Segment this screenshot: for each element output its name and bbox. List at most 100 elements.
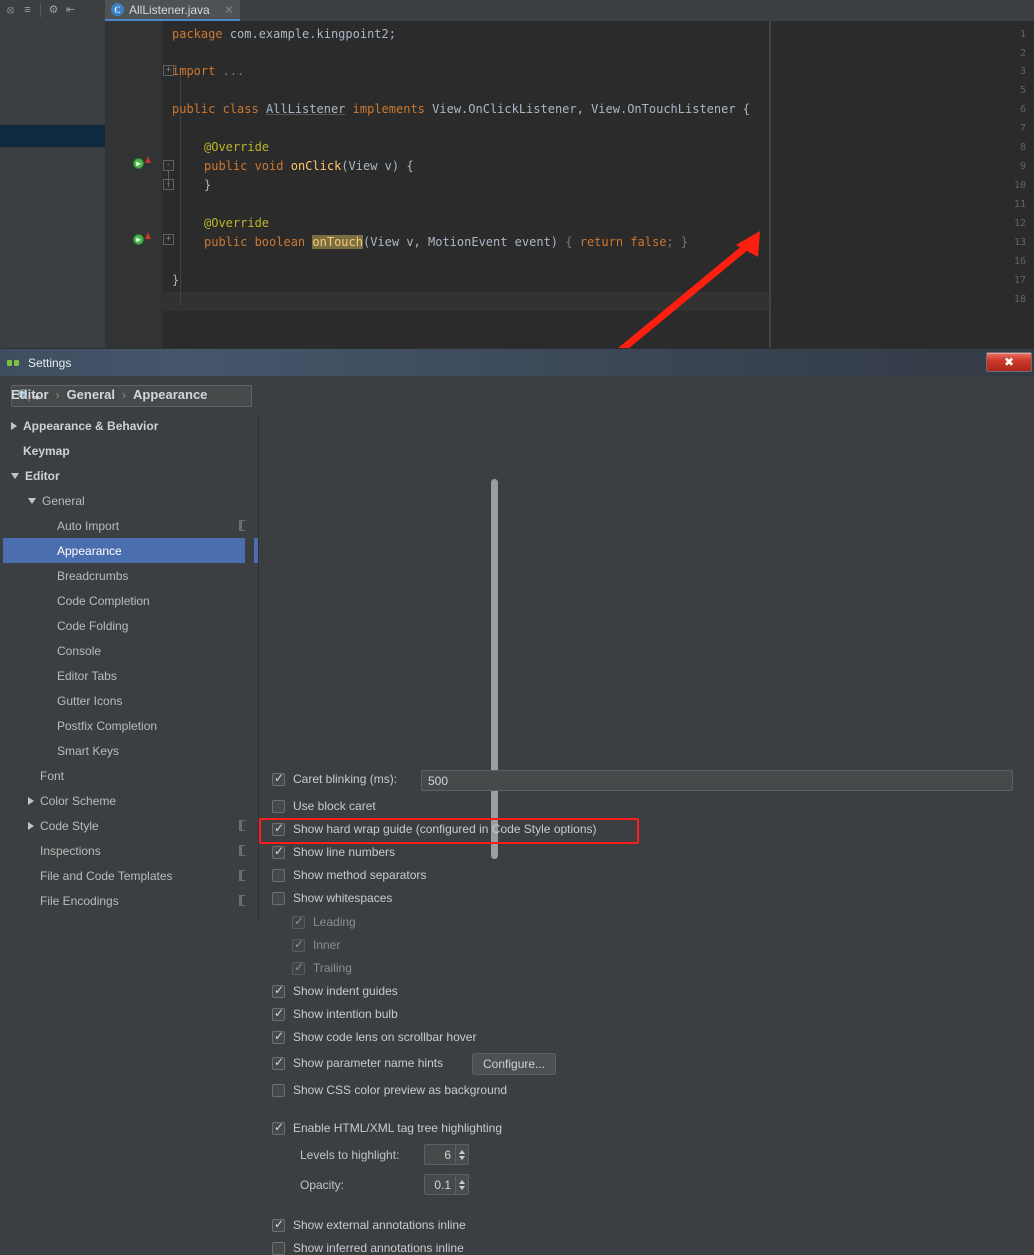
sidebar-item-editor-tabs[interactable]: Editor Tabs bbox=[3, 663, 258, 688]
row-whitespace-inner[interactable]: Inner bbox=[292, 938, 340, 952]
row-show-parameter-hints[interactable]: Show parameter name hints bbox=[272, 1056, 443, 1070]
code-line[interactable]: @Override bbox=[204, 138, 269, 157]
row-show-intention-bulb[interactable]: Show intention bulb bbox=[272, 1007, 398, 1021]
dialog-title-bar[interactable]: Settings ✖ bbox=[0, 349, 1034, 376]
sidebar-item-general[interactable]: General bbox=[3, 488, 258, 513]
code-fold-toggle[interactable]: + bbox=[163, 65, 174, 76]
spinner-up-icon[interactable] bbox=[459, 1180, 465, 1184]
code-fold-toggle[interactable]: + bbox=[163, 234, 174, 245]
spinner-opacity[interactable]: 0.1 bbox=[424, 1174, 469, 1195]
code-line[interactable]: package com.example.kingpoint2; bbox=[172, 25, 396, 44]
sidebar-item-color-scheme[interactable]: Color Scheme bbox=[3, 788, 258, 813]
editor-gutter[interactable] bbox=[105, 21, 162, 348]
chevron-down-icon[interactable] bbox=[28, 498, 36, 504]
checkbox-whitespace-inner[interactable] bbox=[292, 939, 305, 952]
row-enable-tag-tree-highlighting[interactable]: Enable HTML/XML tag tree highlighting bbox=[272, 1121, 502, 1135]
gutter-run-icon[interactable]: ▸ bbox=[133, 234, 149, 250]
checkbox-show-method-separators[interactable] bbox=[272, 869, 285, 882]
close-icon[interactable]: ✕ bbox=[224, 3, 234, 17]
code-editor[interactable]: 1235678910111213161718 package com.examp… bbox=[105, 21, 1034, 348]
spinner-down-icon[interactable] bbox=[459, 1156, 465, 1160]
sidebar-item-font[interactable]: Font bbox=[3, 763, 258, 788]
sidebar-item-code-folding[interactable]: Code Folding bbox=[3, 613, 258, 638]
checkbox-caret-blinking[interactable] bbox=[272, 773, 285, 786]
chevron-right-icon[interactable] bbox=[28, 797, 34, 805]
code-line[interactable]: import ... bbox=[172, 62, 244, 81]
spinner-levels-value[interactable]: 6 bbox=[425, 1145, 455, 1164]
row-show-method-separators[interactable]: Show method separators bbox=[272, 868, 426, 882]
row-show-inferred-annotations[interactable]: Show inferred annotations inline bbox=[272, 1241, 464, 1255]
row-show-whitespaces[interactable]: Show whitespaces bbox=[272, 891, 392, 905]
checkbox-whitespace-trailing[interactable] bbox=[292, 962, 305, 975]
chevron-right-icon[interactable] bbox=[11, 422, 17, 430]
sidebar-item-appearance[interactable]: Appearance bbox=[3, 538, 258, 563]
gutter-run-icon[interactable]: ▸ bbox=[133, 158, 149, 174]
row-show-css-color-preview[interactable]: Show CSS color preview as background bbox=[272, 1083, 507, 1097]
tree-scrollbar-track[interactable] bbox=[245, 413, 254, 921]
checkbox-use-block-caret[interactable] bbox=[272, 800, 285, 813]
sidebar-item-gutter-icons[interactable]: Gutter Icons bbox=[3, 688, 258, 713]
checkbox-show-whitespaces[interactable] bbox=[272, 892, 285, 905]
checkbox-whitespace-leading[interactable] bbox=[292, 916, 305, 929]
row-show-hard-wrap-guide[interactable]: Show hard wrap guide (configured in Code… bbox=[272, 822, 597, 836]
settings-gear-icon[interactable]: ⚙ bbox=[46, 3, 61, 18]
code-line[interactable]: public void onClick(View v) { bbox=[204, 157, 414, 176]
spinner-levels-to-highlight[interactable]: 6 bbox=[424, 1144, 469, 1165]
row-whitespace-trailing[interactable]: Trailing bbox=[292, 961, 352, 975]
editor-tab-alllistener[interactable]: C AllListener.java ✕ bbox=[105, 0, 240, 21]
checkbox-show-intention-bulb[interactable] bbox=[272, 1008, 285, 1021]
sidebar-item-inspections[interactable]: Inspections bbox=[3, 838, 258, 863]
checkbox-enable-tag-tree-highlighting[interactable] bbox=[272, 1122, 285, 1135]
chevron-down-icon[interactable] bbox=[11, 473, 19, 479]
checkbox-show-line-numbers[interactable] bbox=[272, 846, 285, 859]
sidebar-item-smart-keys[interactable]: Smart Keys bbox=[3, 738, 258, 763]
row-whitespace-leading[interactable]: Leading bbox=[292, 915, 356, 929]
input-caret-blinking-ms[interactable]: 500 bbox=[421, 770, 1013, 791]
tree-scrollbar-thumb[interactable] bbox=[491, 479, 498, 859]
settings-tree[interactable]: Appearance & BehaviorKeymapEditorGeneral… bbox=[3, 413, 258, 921]
project-selected-row[interactable] bbox=[0, 125, 105, 147]
spinner-up-icon[interactable] bbox=[459, 1150, 465, 1154]
jump-to-source-icon[interactable]: ⇤ bbox=[63, 3, 78, 18]
code-line[interactable]: @Override bbox=[204, 214, 269, 233]
sidebar-item-file-encodings[interactable]: File Encodings bbox=[3, 888, 258, 913]
checkbox-show-hard-wrap-guide[interactable] bbox=[272, 823, 285, 836]
sidebar-item-code-style[interactable]: Code Style bbox=[3, 813, 258, 838]
breadcrumb-item-editor[interactable]: Editor bbox=[11, 387, 49, 402]
spinner-opacity-value[interactable]: 0.1 bbox=[425, 1175, 455, 1194]
row-show-external-annotations[interactable]: Show external annotations inline bbox=[272, 1218, 466, 1232]
sidebar-item-breadcrumbs[interactable]: Breadcrumbs bbox=[3, 563, 258, 588]
chevron-right-icon[interactable] bbox=[28, 822, 34, 830]
row-show-code-lens[interactable]: Show code lens on scrollbar hover bbox=[272, 1030, 476, 1044]
sidebar-item-code-completion[interactable]: Code Completion bbox=[3, 588, 258, 613]
row-use-block-caret[interactable]: Use block caret bbox=[272, 799, 376, 813]
checkbox-show-css-color-preview[interactable] bbox=[272, 1084, 285, 1097]
spinner-down-icon[interactable] bbox=[459, 1186, 465, 1190]
sidebar-item-editor[interactable]: Editor bbox=[3, 463, 258, 488]
code-line[interactable]: } bbox=[172, 271, 179, 290]
checkbox-show-inferred-annotations[interactable] bbox=[272, 1242, 285, 1255]
sidebar-item-console[interactable]: Console bbox=[3, 638, 258, 663]
row-show-line-numbers[interactable]: Show line numbers bbox=[272, 845, 395, 859]
code-line[interactable]: public class AllListener implements View… bbox=[172, 100, 750, 119]
code-line[interactable]: } bbox=[204, 176, 211, 195]
spinner-levels-buttons[interactable] bbox=[455, 1145, 468, 1164]
target-icon[interactable]: ⦻ bbox=[3, 3, 18, 18]
spinner-opacity-buttons[interactable] bbox=[455, 1175, 468, 1194]
sidebar-item-postfix-completion[interactable]: Postfix Completion bbox=[3, 713, 258, 738]
sidebar-item-file-and-code-templates[interactable]: File and Code Templates bbox=[3, 863, 258, 888]
collapse-all-icon[interactable]: ≡ bbox=[20, 3, 35, 18]
checkbox-show-external-annotations[interactable] bbox=[272, 1219, 285, 1232]
code-text-area[interactable]: package com.example.kingpoint2; import ..… bbox=[162, 21, 1034, 348]
row-show-indent-guides[interactable]: Show indent guides bbox=[272, 984, 398, 998]
code-fold-toggle[interactable]: - bbox=[163, 160, 174, 171]
sidebar-item-appearance-behavior[interactable]: Appearance & Behavior bbox=[3, 413, 258, 438]
checkbox-show-parameter-hints[interactable] bbox=[272, 1057, 285, 1070]
configure-parameter-hints-button[interactable]: Configure... bbox=[472, 1053, 556, 1075]
project-tool-window[interactable] bbox=[0, 21, 105, 348]
sidebar-item-auto-import[interactable]: Auto Import bbox=[3, 513, 258, 538]
checkbox-show-indent-guides[interactable] bbox=[272, 985, 285, 998]
sidebar-item-keymap[interactable]: Keymap bbox=[3, 438, 258, 463]
close-button[interactable]: ✖ bbox=[986, 352, 1032, 372]
breadcrumb-item-general[interactable]: General bbox=[67, 387, 115, 402]
